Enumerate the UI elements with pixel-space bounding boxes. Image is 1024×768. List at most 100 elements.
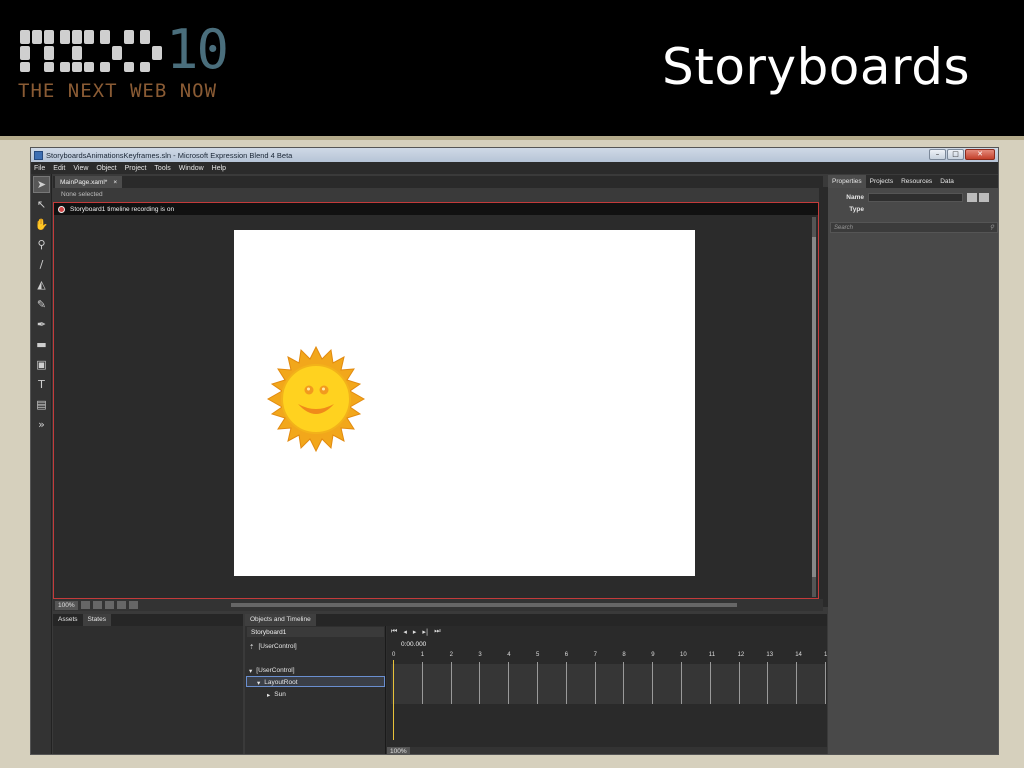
ruler-label: 8: [622, 652, 626, 658]
menu-project[interactable]: Project: [125, 165, 147, 172]
playhead[interactable]: [393, 660, 394, 740]
header-divider: [0, 136, 1024, 140]
close-button[interactable]: ✕: [965, 149, 995, 160]
ruler-label: 11: [708, 652, 716, 658]
tab-data[interactable]: Data: [936, 175, 958, 188]
storyboard-picker[interactable]: Storyboard1: [247, 627, 384, 637]
timeline-zoom[interactable]: 100%: [387, 747, 410, 754]
blend-window: StoryboardsAnimationsKeyframes.sln - Mic…: [30, 147, 999, 755]
first-frame-icon[interactable]: ⏮: [391, 627, 397, 636]
zoom-dropdown[interactable]: 100%: [55, 600, 78, 610]
artboard-vertical-scrollbar[interactable]: [812, 217, 816, 597]
window-titlebar[interactable]: StoryboardsAnimationsKeyframes.sln - Mic…: [31, 148, 998, 162]
tree-item-usercontrol[interactable]: ▾ [UserControl]: [249, 665, 295, 676]
menu-object[interactable]: Object: [96, 165, 116, 172]
ruler-label: 13: [766, 652, 774, 658]
logo-number: 10: [166, 18, 229, 81]
current-time[interactable]: 0:00.000: [401, 641, 426, 648]
paint-bucket-tool-icon[interactable]: ◭: [33, 276, 50, 293]
last-frame-icon[interactable]: ⏭: [434, 627, 440, 636]
snap-lines-icon[interactable]: [116, 601, 126, 609]
timeline-area[interactable]: ⏮ ◂ ▸ ▸| ⏭ 0:00.000 0 1 2 3 4 5 6 7 8 9 10 11 12 13 14…: [387, 626, 827, 754]
brush-tool-icon[interactable]: ✎: [33, 296, 50, 313]
vertical-scroll-thumb[interactable]: [812, 237, 816, 577]
ruler-label: 5: [536, 652, 540, 658]
recording-status: Storyboard1 timeline recording is on: [70, 205, 175, 213]
expand-arrow-icon[interactable]: ▸: [267, 691, 270, 699]
timeline-second-line: [767, 662, 769, 704]
tab-close-icon[interactable]: ×: [113, 179, 117, 186]
ruler-label: 7: [593, 652, 597, 658]
scope-up-icon[interactable]: ⇡: [249, 643, 254, 651]
tab-projects[interactable]: Projects: [866, 175, 897, 188]
artboard-canvas[interactable]: [234, 230, 695, 576]
sun-graphic[interactable]: [262, 345, 370, 453]
objects-timeline-panel: Objects and Timeline Storyboard1 ⇡ [User…: [245, 614, 827, 754]
tree-item-label: Sun: [274, 691, 286, 698]
annotations-icon[interactable]: [128, 601, 138, 609]
menu-view[interactable]: View: [73, 165, 88, 172]
menu-window[interactable]: Window: [179, 165, 204, 172]
assets-expander-icon[interactable]: »: [33, 416, 50, 433]
tools-palette: ➤ ↖ ✋ ⚲ / ◭ ✎ ✒ ▬ ▣ T ▤ »: [31, 174, 52, 754]
layout-panel-tool-icon[interactable]: ▣: [33, 356, 50, 373]
selection-tool-icon[interactable]: ➤: [33, 176, 50, 193]
effects-toggle-icon[interactable]: [92, 601, 102, 609]
direct-selection-tool-icon[interactable]: ↖: [33, 196, 50, 213]
expand-arrow-icon[interactable]: ▾: [249, 667, 252, 675]
ruler-label: 1: [420, 652, 425, 658]
control-tool-icon[interactable]: ▤: [33, 396, 50, 413]
tab-states[interactable]: States: [82, 614, 111, 626]
eyedropper-tool-icon[interactable]: /: [33, 256, 50, 273]
properties-view-icon[interactable]: [967, 193, 977, 202]
previous-frame-icon[interactable]: ◂: [403, 628, 407, 636]
timeline-tracks[interactable]: [391, 664, 825, 704]
pen-tool-icon[interactable]: ✒: [33, 316, 50, 333]
breadcrumb-text[interactable]: None selected: [61, 191, 103, 198]
menu-tools[interactable]: Tools: [154, 165, 170, 172]
minimize-button[interactable]: –: [929, 149, 946, 160]
mix-logo-mark: [20, 30, 162, 72]
name-field[interactable]: [868, 193, 963, 202]
menu-edit[interactable]: Edit: [53, 165, 65, 172]
record-icon[interactable]: [58, 205, 65, 213]
properties-panel: Properties Projects Resources Data Name …: [828, 175, 998, 754]
next-frame-icon[interactable]: ▸|: [422, 628, 428, 636]
tree-item-label: LayoutRoot: [264, 679, 298, 686]
show-grid-icon[interactable]: [104, 601, 114, 609]
type-label: Type: [849, 206, 864, 213]
pan-tool-icon[interactable]: ✋: [33, 216, 50, 233]
timeline-second-line: [421, 662, 423, 704]
rectangle-tool-icon[interactable]: ▬: [33, 336, 50, 353]
tree-item-sun[interactable]: ▸ Sun: [267, 689, 286, 700]
property-search-input[interactable]: Search ⚲: [830, 222, 998, 233]
zoom-tool-icon[interactable]: ⚲: [33, 236, 50, 253]
timeline-second-line: [681, 662, 682, 704]
text-tool-icon[interactable]: T: [33, 376, 50, 393]
ruler-label: 14: [795, 652, 802, 658]
timeline-second-line: [825, 662, 826, 704]
play-icon[interactable]: ▸: [413, 628, 417, 636]
name-label: Name: [846, 194, 864, 201]
snap-grid-icon[interactable]: [80, 601, 90, 609]
ruler-label: 1: [824, 652, 828, 658]
recording-bar: Storyboard1 timeline recording is on: [54, 203, 818, 215]
timeline-status-bar: 100%: [387, 747, 827, 754]
scope-row[interactable]: ⇡ [UserControl]: [249, 641, 297, 652]
tab-mainpage[interactable]: MainPage.xaml* ×: [55, 176, 123, 188]
menu-file[interactable]: File: [34, 165, 45, 172]
expand-arrow-icon[interactable]: ▾: [257, 679, 260, 687]
artboard-horizontal-scrollbar[interactable]: [231, 603, 737, 607]
storyboard-name: Storyboard1: [251, 628, 287, 636]
maximize-button[interactable]: □: [947, 149, 964, 160]
timeline-ruler[interactable]: 0 1 2 3 4 5 6 7 8 9 10 11 12 13 14 1: [391, 652, 827, 662]
assets-states-panel: Assets States: [53, 614, 243, 754]
tab-properties[interactable]: Properties: [828, 175, 866, 188]
tree-item-layoutroot[interactable]: ▾ LayoutRoot: [257, 677, 298, 688]
events-view-icon[interactable]: [979, 193, 989, 202]
document-tabs: MainPage.xaml* ×: [53, 176, 823, 188]
tab-assets[interactable]: Assets: [53, 614, 83, 626]
menu-help[interactable]: Help: [212, 165, 226, 172]
tab-resources[interactable]: Resources: [897, 175, 936, 188]
objects-timeline-title: Objects and Timeline: [245, 614, 316, 626]
